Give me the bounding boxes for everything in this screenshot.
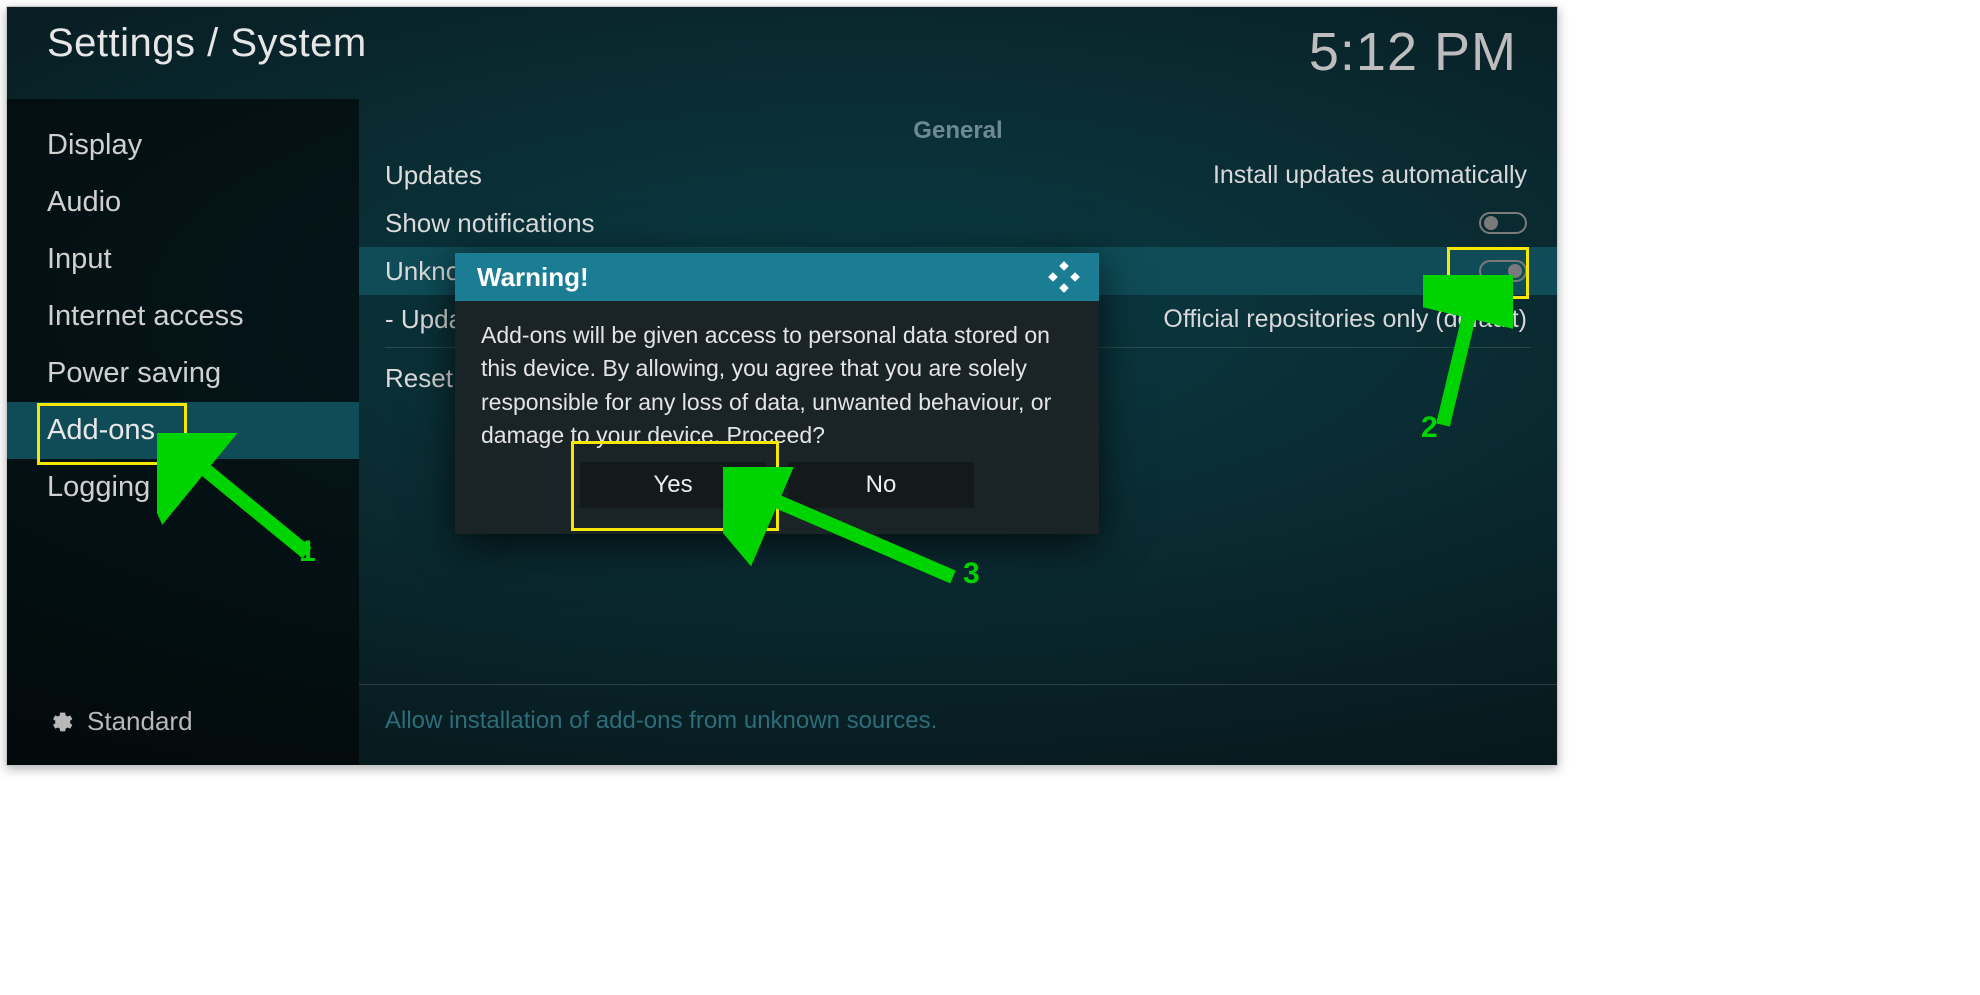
yes-button[interactable]: Yes bbox=[580, 462, 766, 508]
sidebar-item-internet-access[interactable]: Internet access bbox=[7, 288, 359, 345]
section-header-general: General bbox=[359, 117, 1557, 145]
setting-value: Official repositories only (default) bbox=[1163, 305, 1527, 334]
help-text: Allow installation of add-ons from unkno… bbox=[359, 684, 1557, 765]
dialog-message: Add-ons will be given access to personal… bbox=[455, 301, 1099, 456]
dialog-title: Warning! bbox=[477, 262, 589, 293]
settings-level-label: Standard bbox=[87, 706, 193, 737]
top-bar: Settings / System 5:12 PM bbox=[7, 7, 1557, 99]
dialog-header: Warning! bbox=[455, 253, 1099, 301]
setting-value: Install updates automatically bbox=[1213, 161, 1527, 190]
setting-updates[interactable]: Updates Install updates automatically bbox=[359, 151, 1557, 199]
sidebar-item-add-ons[interactable]: Add-ons bbox=[7, 402, 359, 459]
toggle-show-notifications[interactable] bbox=[1479, 212, 1527, 234]
gear-icon bbox=[47, 709, 73, 735]
no-button[interactable]: No bbox=[788, 462, 974, 508]
sidebar-item-input[interactable]: Input bbox=[7, 231, 359, 288]
app-window: Settings / System 5:12 PM Display Audio … bbox=[6, 6, 1558, 766]
sidebar-item-audio[interactable]: Audio bbox=[7, 174, 359, 231]
setting-label: Show notifications bbox=[385, 208, 595, 239]
toggle-unknown-sources[interactable] bbox=[1479, 260, 1527, 282]
settings-level-button[interactable]: Standard bbox=[7, 706, 359, 765]
setting-show-notifications[interactable]: Show notifications bbox=[359, 199, 1557, 247]
sidebar-item-display[interactable]: Display bbox=[7, 117, 359, 174]
sidebar-item-logging[interactable]: Logging bbox=[7, 459, 359, 516]
clock: 5:12 PM bbox=[1309, 21, 1517, 83]
setting-label: Updates bbox=[385, 160, 482, 191]
breadcrumb: Settings / System bbox=[47, 21, 367, 66]
dialog-actions: Yes No bbox=[455, 456, 1099, 534]
warning-dialog: Warning! Add-ons will be given access to… bbox=[455, 253, 1099, 534]
kodi-logo-icon bbox=[1047, 260, 1081, 294]
sidebar-item-power-saving[interactable]: Power saving bbox=[7, 345, 359, 402]
sidebar: Display Audio Input Internet access Powe… bbox=[7, 99, 359, 765]
